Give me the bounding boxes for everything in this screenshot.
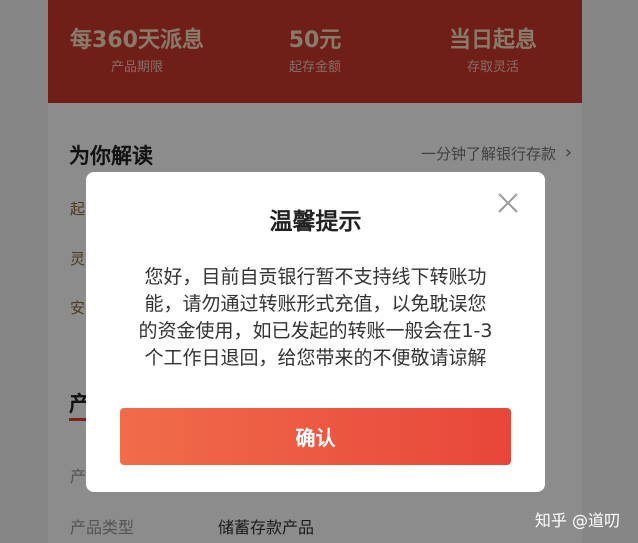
dialog-title: 温馨提示 <box>269 209 362 235</box>
dialog-message-line: 能，请勿通过转账形式充值，以免耽误您 <box>144 293 487 315</box>
dialog-message-line: 的资金使用，如已发起的转账一般会在1-3 <box>138 320 493 342</box>
dialog-message-line: 您好，目前自贡银行暂不支持线下转账功 <box>144 266 487 288</box>
dialog-message: 您好，目前自贡银行暂不支持线下转账功 能，请勿通过转账形式充值，以免耽误您 的资… <box>114 264 517 372</box>
notice-dialog: 温馨提示 您好，目前自贡银行暂不支持线下转账功 能，请勿通过转账形式充值，以免耽… <box>86 172 545 492</box>
confirm-button[interactable]: 确认 <box>120 408 511 465</box>
watermark: 知乎 @道叨 <box>534 511 620 530</box>
dialog-message-line: 个工作日退回，给您带来的不便敬请谅解 <box>144 347 487 369</box>
